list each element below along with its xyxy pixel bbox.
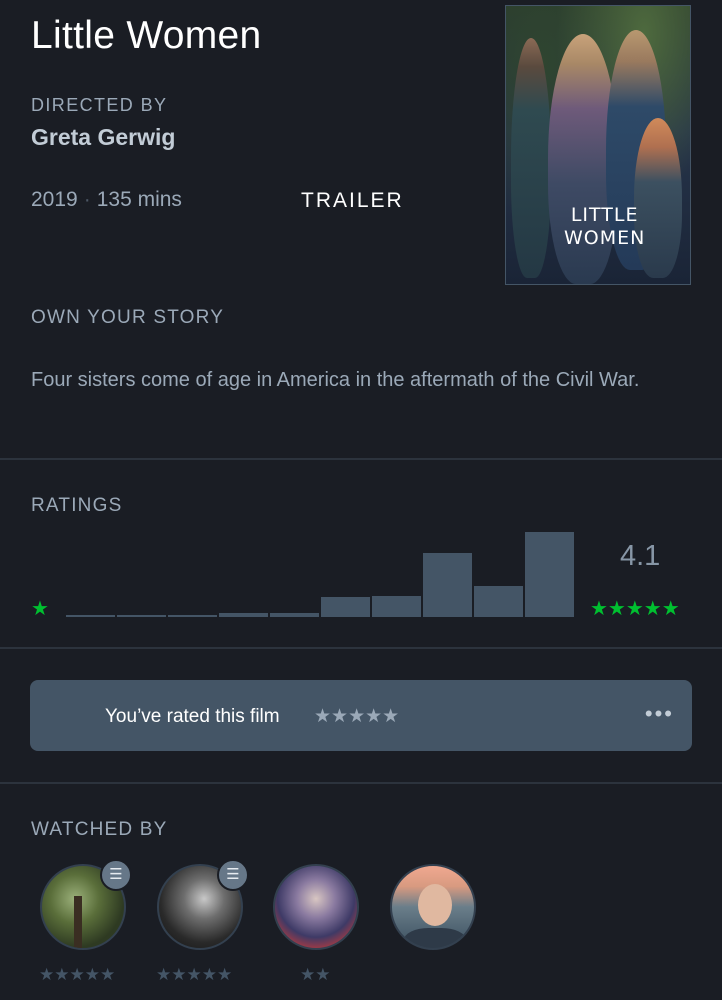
histogram-bar[interactable] bbox=[270, 613, 319, 617]
avatar[interactable] bbox=[390, 864, 476, 950]
poster-title-line: WOMEN bbox=[564, 227, 646, 249]
high-rating-stars-icon: ★★★★★ bbox=[590, 598, 680, 620]
histogram-bar[interactable] bbox=[219, 613, 268, 617]
film-poster[interactable]: LITTLE WOMEN bbox=[505, 5, 691, 285]
histogram-bar[interactable] bbox=[372, 596, 421, 617]
director-name[interactable]: Greta Gerwig bbox=[31, 124, 175, 151]
runtime: 135 mins bbox=[96, 188, 182, 211]
low-rating-star-icon: ★ bbox=[31, 598, 49, 620]
film-meta: 2019 · 135 mins bbox=[31, 188, 182, 212]
your-rating-panel[interactable]: You’ve rated this film ★★★★★ ••• bbox=[30, 680, 692, 751]
avatar[interactable] bbox=[273, 864, 359, 950]
histogram-bar[interactable] bbox=[525, 532, 574, 617]
divider bbox=[0, 458, 722, 460]
avatar-face bbox=[418, 884, 452, 926]
avatar-rating-stars: ★★ bbox=[300, 965, 331, 984]
avatar-tree-trunk bbox=[74, 896, 82, 948]
histogram-bar[interactable] bbox=[321, 597, 370, 617]
divider bbox=[0, 782, 722, 784]
poster-figure bbox=[634, 118, 682, 278]
divider bbox=[0, 647, 722, 649]
your-rating-text: You’ve rated this film bbox=[105, 706, 280, 727]
avatar-rating-stars: ★★★★★ bbox=[156, 965, 233, 984]
tagline: OWN YOUR STORY bbox=[31, 307, 225, 328]
avatar-shirt bbox=[404, 928, 466, 948]
histogram-bar[interactable] bbox=[66, 615, 115, 617]
avatar-rating-stars: ★★★★★ bbox=[39, 965, 116, 984]
histogram-bar[interactable] bbox=[168, 615, 217, 617]
your-rating-stars-icon[interactable]: ★★★★★ bbox=[314, 705, 399, 728]
ratings-label: RATINGS bbox=[31, 495, 123, 516]
more-options-button[interactable]: ••• bbox=[645, 701, 674, 727]
histogram-bar[interactable] bbox=[423, 553, 472, 617]
meta-separator: · bbox=[83, 188, 91, 211]
film-description: Four sisters come of age in America in t… bbox=[31, 369, 640, 391]
poster-title: LITTLE WOMEN bbox=[564, 204, 645, 250]
directed-by-label: DIRECTED BY bbox=[31, 95, 168, 115]
review-icon: ☰ bbox=[217, 859, 249, 891]
trailer-button[interactable]: TRAILER bbox=[301, 189, 404, 213]
histogram-bar[interactable] bbox=[474, 586, 523, 617]
watched-by-label: WATCHED BY bbox=[31, 819, 168, 840]
average-rating[interactable]: 4.1 bbox=[620, 540, 660, 573]
review-icon: ☰ bbox=[100, 859, 132, 891]
poster-title-line: LITTLE bbox=[570, 204, 639, 226]
release-year[interactable]: 2019 bbox=[31, 188, 78, 211]
film-title: Little Women bbox=[31, 14, 262, 57]
histogram-bar[interactable] bbox=[117, 615, 166, 617]
poster-figure bbox=[511, 38, 551, 278]
